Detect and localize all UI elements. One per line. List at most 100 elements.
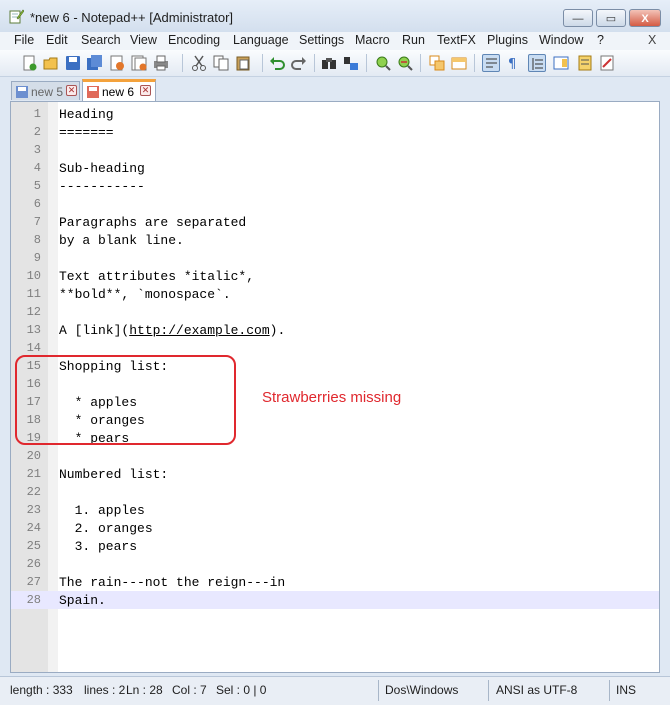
menu-plugins[interactable]: Plugins — [487, 33, 528, 47]
function-list-button[interactable] — [576, 54, 594, 72]
menu-help[interactable]: ? — [597, 33, 604, 47]
editor-line[interactable]: 26 — [11, 555, 659, 573]
editor-line[interactable]: 3 — [11, 141, 659, 159]
cut-button[interactable] — [190, 54, 208, 72]
save-button[interactable] — [64, 54, 82, 72]
redo-button[interactable] — [290, 54, 308, 72]
menu-encoding[interactable]: Encoding — [168, 33, 220, 47]
menu-window[interactable]: Window — [539, 33, 583, 47]
document-close-button[interactable]: X — [648, 33, 656, 47]
zoom-in-button[interactable] — [374, 54, 392, 72]
close-all-icon — [131, 55, 147, 71]
line-number: 5 — [33, 179, 41, 193]
save-icon — [66, 56, 80, 70]
editor-line[interactable]: 8 by a blank line. — [11, 231, 659, 249]
toolbar-separator — [366, 54, 367, 72]
line-number: 26 — [26, 557, 41, 571]
spellcheck-button[interactable] — [598, 54, 616, 72]
line-number: 25 — [26, 539, 41, 553]
window-title: *new 6 - Notepad++ [Administrator] — [30, 10, 234, 25]
toolbar-separator — [314, 54, 315, 72]
close-file-button[interactable] — [108, 54, 126, 72]
editor-line[interactable]: 9 — [11, 249, 659, 267]
editor-line[interactable]: 27 The rain---not the reign---in — [11, 573, 659, 591]
menu-macro[interactable]: Macro — [355, 33, 390, 47]
zoom-out-icon — [398, 56, 413, 71]
editor-line[interactable]: 24 2. oranges — [11, 519, 659, 537]
editor-line[interactable]: 13 A [link](http://example.com). — [11, 321, 659, 339]
menu-language[interactable]: Language — [233, 33, 289, 47]
line-text: Heading — [59, 107, 114, 122]
sync-horizontal-button[interactable] — [450, 54, 468, 72]
show-all-chars-icon: ¶ — [508, 57, 516, 71]
editor-line[interactable]: 21 Numbered list: — [11, 465, 659, 483]
document-map-button[interactable] — [552, 54, 570, 72]
tab-label: new 5 — [31, 85, 64, 99]
editor-line[interactable]: 28 Spain. — [11, 591, 659, 609]
tab-new-5[interactable]: new 5 ✕ — [11, 81, 80, 100]
notepad-app-icon — [9, 9, 24, 24]
editor-line[interactable]: 2 ======= — [11, 123, 659, 141]
close-all-button[interactable] — [130, 54, 148, 72]
close-button[interactable]: X — [629, 9, 661, 27]
toolbar-separator — [420, 54, 421, 72]
sync-vertical-button[interactable] — [428, 54, 446, 72]
hyperlink[interactable]: http://example.com — [129, 323, 269, 338]
menu-bar: File Edit Search View Encoding Language … — [0, 32, 670, 50]
tab-close-icon[interactable]: ✕ — [66, 85, 77, 96]
status-encoding: ANSI as UTF-8 — [496, 683, 578, 697]
sync-vertical-icon — [429, 55, 445, 71]
line-text: 1. apples — [59, 503, 145, 518]
editor-line[interactable]: 1 Heading — [11, 105, 659, 123]
menu-textfx[interactable]: TextFX — [437, 33, 476, 47]
find-button[interactable] — [320, 54, 338, 72]
save-all-button[interactable] — [86, 54, 104, 72]
editor-line[interactable]: 22 — [11, 483, 659, 501]
menu-view[interactable]: View — [130, 33, 157, 47]
tab-new-6[interactable]: new 6 ✕ — [82, 79, 156, 101]
line-number: 27 — [26, 575, 41, 589]
print-button[interactable] — [152, 54, 170, 72]
editor-line[interactable]: 20 — [11, 447, 659, 465]
menu-settings[interactable]: Settings — [299, 33, 344, 47]
status-mode: INS — [616, 683, 637, 697]
line-number: 10 — [26, 269, 41, 283]
line-text: ======= — [59, 125, 114, 140]
minimize-button[interactable]: — — [563, 9, 593, 27]
close-icon: X — [641, 13, 649, 25]
line-text: 3. pears — [59, 539, 138, 554]
undo-button[interactable] — [268, 54, 286, 72]
menu-run[interactable]: Run — [402, 33, 425, 47]
editor-line[interactable]: 7 Paragraphs are separated — [11, 213, 659, 231]
editor-line[interactable]: 12 — [11, 303, 659, 321]
saved-file-icon — [16, 86, 28, 98]
copy-icon — [213, 55, 229, 71]
editor-line[interactable]: 25 3. pears — [11, 537, 659, 555]
open-file-icon — [43, 57, 58, 70]
open-file-button[interactable] — [42, 54, 60, 72]
word-wrap-toggle[interactable] — [482, 54, 500, 72]
line-text: Spain. — [59, 593, 106, 608]
editor-line[interactable]: 4 Sub-heading — [11, 159, 659, 177]
tab-close-icon[interactable]: ✕ — [140, 85, 151, 96]
zoom-out-button[interactable] — [396, 54, 414, 72]
copy-button[interactable] — [212, 54, 230, 72]
editor-line[interactable]: 5 ----------- — [11, 177, 659, 195]
editor-line[interactable]: 11 **bold**, `monospace`. — [11, 285, 659, 303]
show-all-chars-button[interactable]: ¶ — [504, 54, 522, 72]
menu-edit[interactable]: Edit — [46, 33, 68, 47]
maximize-button[interactable]: ▭ — [596, 9, 626, 27]
editor-line[interactable]: 10 Text attributes *italic*, — [11, 267, 659, 285]
editor-line[interactable]: 23 1. apples — [11, 501, 659, 519]
menu-search[interactable]: Search — [81, 33, 121, 47]
line-text: ----------- — [59, 179, 145, 194]
paste-button[interactable] — [234, 54, 252, 72]
line-text: 2. oranges — [59, 521, 153, 536]
editor-line[interactable]: 6 — [11, 195, 659, 213]
new-file-button[interactable] — [20, 54, 38, 72]
replace-button[interactable] — [342, 54, 360, 72]
menu-file[interactable]: File — [14, 33, 34, 47]
redo-icon — [291, 57, 306, 70]
status-length: length : 333 — [10, 683, 73, 697]
indent-guide-toggle[interactable] — [528, 54, 546, 72]
